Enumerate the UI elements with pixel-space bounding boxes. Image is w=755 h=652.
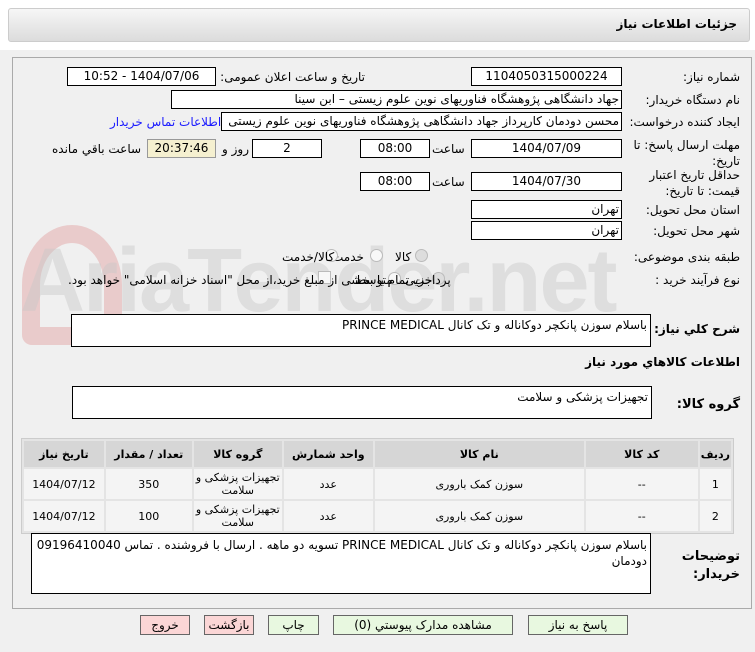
- process-label: نوع فرآیند خرید :: [655, 273, 740, 287]
- goods-table: ردیف کد کالا نام کالا واحد شمارش گروه کا…: [21, 438, 734, 534]
- goods-group-label: گروه کالا:: [676, 397, 740, 412]
- creator-field: محسن دودمان کارپرداز جهاد دانشگاهی پژوهش…: [221, 112, 622, 131]
- category-radio-service[interactable]: [370, 249, 383, 262]
- reply-button[interactable]: پاسخ به نیاز: [528, 615, 628, 635]
- cell-date: 1404/07/12: [24, 469, 104, 499]
- creator-label: ایجاد کننده درخواست:: [629, 115, 740, 129]
- need-number-label: شماره نیاز:: [683, 70, 740, 84]
- page-title: جزئیات اطلاعات نیاز: [616, 17, 737, 31]
- buyer-contact-link[interactable]: اطلاعات تماس خریدار: [110, 115, 221, 129]
- deadline-label: مهلت ارسال پاسخ: تا تاریخ:: [633, 138, 740, 168]
- validity-date-field: 1404/07/30: [471, 172, 622, 191]
- col-group: گروه کالا: [193, 441, 282, 467]
- cell-name: سوزن کمک باروری: [374, 501, 584, 531]
- col-row: ردیف: [699, 441, 731, 467]
- cell-code: --: [585, 501, 698, 531]
- description-field: باسلام سوزن پانکچر دوکاناله و تک کانال P…: [71, 314, 651, 347]
- category-option-both: کالا/خدمت: [282, 250, 335, 264]
- announce-label: تاریخ و ساعت اعلان عمومی:: [220, 70, 365, 84]
- col-unit: واحد شمارش: [283, 441, 373, 467]
- province-field: تهران: [471, 200, 622, 219]
- need-number-field: 1104050315000224: [471, 67, 622, 86]
- notes-field: باسلام سوزن پانکچر دوکاناله و تک کانال P…: [31, 533, 651, 594]
- cell-date: 1404/07/12: [24, 501, 104, 531]
- header: جزئیات اطلاعات نیاز: [0, 0, 755, 50]
- deadline-time-label: ساعت: [432, 142, 465, 156]
- cell-code: --: [585, 469, 698, 499]
- treasury-payment-note: پرداخت تمام یا بخشی از مبلغ خرید،از محل …: [68, 273, 451, 287]
- print-button[interactable]: چاپ: [268, 615, 319, 635]
- deadline-date-field: 1404/07/09: [471, 139, 622, 158]
- cell-group: تجهیزات پزشکی و سلامت: [193, 469, 282, 499]
- remaining-label: ساعت باقي مانده: [52, 142, 142, 156]
- col-name: نام کالا: [374, 441, 584, 467]
- back-button[interactable]: بازگشت: [204, 615, 254, 635]
- remaining-time-field: 20:37:46: [147, 139, 216, 158]
- goods-section-title: اطلاعات کالاهاي مورد نیاز: [585, 355, 740, 369]
- deadline-time-field: 08:00: [360, 139, 430, 158]
- province-label: استان محل تحویل:: [645, 203, 740, 217]
- validity-time-field: 08:00: [360, 172, 430, 191]
- category-radio-goods[interactable]: [415, 249, 428, 262]
- cell-unit: عدد: [283, 501, 373, 531]
- col-date: تاریخ نیاز: [24, 441, 104, 467]
- buyer-field: جهاد دانشگاهی پژوهشگاه فناوریهای نوین عل…: [171, 90, 622, 109]
- cell-name: سوزن کمک باروری: [374, 469, 584, 499]
- attachments-button[interactable]: مشاهده مدارک پیوستي (0): [333, 615, 513, 635]
- days-label: روز و: [222, 142, 249, 156]
- cell-row: 1: [699, 469, 731, 499]
- announce-field: 1404/07/06 - 10:52: [67, 67, 216, 86]
- cell-qty: 350: [105, 469, 192, 499]
- cell-qty: 100: [105, 501, 192, 531]
- exit-button[interactable]: خروج: [140, 615, 190, 635]
- description-label: شرح کلي نیاز:: [654, 322, 740, 336]
- validity-label: حداقل تاریخ اعتبار قیمت: تا تاریخ:: [649, 168, 740, 198]
- city-field: تهران: [471, 221, 622, 240]
- table-row: 2 -- سوزن کمک باروری عدد تجهیزات پزشکی و…: [24, 501, 731, 531]
- col-code: کد کالا: [585, 441, 698, 467]
- notes-label: توضیحات خریدار:: [681, 549, 740, 582]
- cell-row: 2: [699, 501, 731, 531]
- table-row: 1 -- سوزن کمک باروری عدد تجهیزات پزشکی و…: [24, 469, 731, 499]
- days-field: 2: [252, 139, 322, 158]
- col-qty: تعداد / مقدار: [105, 441, 192, 467]
- cell-unit: عدد: [283, 469, 373, 499]
- goods-group-field: تجهیزات پزشکی و سلامت: [72, 386, 652, 419]
- buyer-label: نام دستگاه خریدار:: [645, 93, 741, 107]
- city-label: شهر محل تحویل:: [653, 224, 740, 238]
- validity-time-label: ساعت: [432, 175, 465, 189]
- category-label: طبقه بندی موضوعی:: [633, 250, 740, 264]
- category-option-goods: کالا: [395, 250, 412, 264]
- cell-group: تجهیزات پزشکی و سلامت: [193, 501, 282, 531]
